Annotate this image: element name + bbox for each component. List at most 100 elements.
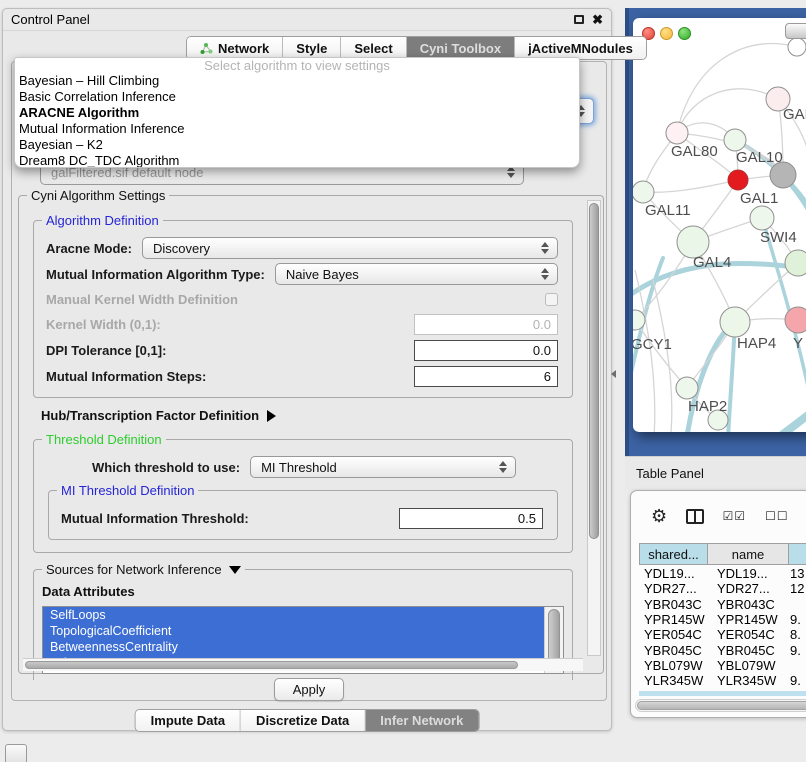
columns-icon[interactable] [686,509,703,524]
screen: Control Panel ✖ NetworkStyleSelectCyni T… [0,0,806,762]
table-cell[interactable]: YLR345W [707,673,788,688]
network-node-y[interactable] [785,307,806,333]
table-cell[interactable]: 9. [788,643,806,658]
uncheck-pair-icon[interactable] [765,509,789,523]
dropdown-item-bayesian-k2[interactable]: Bayesian – K2 [15,137,579,153]
hub-definition-toggle[interactable]: Hub/Transcription Factor Definition [41,408,573,423]
dropdown-item-mutual-information-inference[interactable]: Mutual Information Inference [15,121,579,137]
table-cell[interactable]: YLR345W [639,673,707,688]
dropdown-item-dream8-dc-tdc-algorithm[interactable]: Dream8 DC_TDC Algorithm [15,153,579,168]
table-cell[interactable]: YDR27... [707,581,788,596]
bottom-tab-discretize-data[interactable]: Discretize Data [241,710,365,731]
table-cell[interactable]: 13 [788,566,806,581]
network-edge[interactable] [728,322,735,432]
network-node-gal80[interactable] [666,122,688,144]
attribute-item-topologicalcoefficient[interactable]: TopologicalCoefficient [43,623,544,639]
aracne-mode-select[interactable]: Discovery [142,237,558,259]
table-row[interactable]: YBL079WYBL079W [639,658,806,673]
close-panel-icon[interactable]: ✖ [592,13,603,26]
network-node[interactable] [785,250,806,276]
attribute-item-selfloops[interactable]: SelfLoops [43,607,544,623]
table-row[interactable]: YBR043CYBR043C [639,597,806,612]
mi-type-row: Mutual Information Algorithm Type: Naive… [40,261,566,287]
table-row[interactable]: YBR045CYBR045C9. [639,642,806,657]
table-horizontal-scrollbar[interactable] [635,699,806,712]
dropdown-item-basic-correlation-inference[interactable]: Basic Correlation Inference [15,89,579,105]
network-view-window[interactable]: GALGAL80GAL10GAL1GAL11SWI4GAL4GCY1HAP4YH… [633,18,806,432]
table-cell[interactable]: YBL079W [707,658,788,673]
network-node-gal11[interactable] [633,181,654,203]
column-header-name[interactable]: name [708,544,789,564]
table-cell[interactable]: YPR145W [639,612,707,627]
table-cell[interactable]: 9. [788,673,806,688]
collapsed-panel-button[interactable] [5,744,27,762]
network-node-gal10[interactable] [724,129,746,151]
table-row[interactable]: YDL19...YDL19...13 [639,566,806,581]
table-cell[interactable]: YBR043C [707,597,788,612]
table-cell[interactable]: YDL19... [707,566,788,581]
node-label-gcy1: GCY1 [633,336,672,353]
mi-type-select[interactable]: Naive Bayes [275,263,558,285]
splitter-collapse-handle[interactable] [611,370,616,378]
bottom-tab-infer-network[interactable]: Infer Network [365,710,478,731]
window-toolbar-strip [785,23,806,39]
table-cell[interactable]: YDR27... [639,581,707,596]
table-row[interactable]: YDR27...YDR27...12 [639,581,806,596]
table-cell[interactable]: YPR145W [707,612,788,627]
network-node-hap2[interactable] [676,377,698,399]
sources-group-title-row[interactable]: Sources for Network Inference [42,562,245,577]
network-node-swi4[interactable] [750,206,774,230]
settings-horizontal-scrollbar[interactable] [23,658,583,671]
column-header-2[interactable] [789,544,806,564]
table-row[interactable]: YPR145WYPR145W9. [639,612,806,627]
network-edge[interactable] [643,180,738,192]
table-cell[interactable]: 9. [788,612,806,627]
table-cell[interactable]: YDL19... [639,566,707,581]
mi-steps-field[interactable]: 6 [414,366,558,387]
dropdown-item-aracne-algorithm[interactable]: ARACNE Algorithm [15,105,579,121]
table-cell[interactable]: YER054C [707,627,788,642]
table-cell[interactable]: YBR043C [639,597,707,612]
node-label-gal1: GAL1 [740,190,778,207]
network-node-hap4[interactable] [720,307,750,337]
tab-jactivemnodules[interactable]: jActiveMNodules [515,37,646,59]
dpi-tolerance-field[interactable]: 0.0 [414,340,558,361]
network-edge[interactable] [677,89,778,133]
cyni-algorithm-settings-group: Cyni Algorithm Settings Algorithm Defini… [18,195,604,674]
stepper-arrows-icon [538,268,552,280]
tab-style[interactable]: Style [283,37,341,59]
tab-network[interactable]: Network [187,37,283,59]
table-cell[interactable]: YBL079W [639,658,707,673]
dropdown-item-bayesian-hill-climbing[interactable]: Bayesian – Hill Climbing [15,73,579,89]
table-cell[interactable]: 8. [788,627,806,642]
bottom-tab-impute-data[interactable]: Impute Data [136,710,241,731]
table-row[interactable]: YER054CYER054C8. [639,627,806,642]
which-threshold-select[interactable]: MI Threshold [250,456,516,478]
minimize-window-button[interactable] [660,27,673,40]
mi-threshold-field[interactable]: 0.5 [399,508,543,529]
table-row[interactable]: YLR345WYLR345W9. [639,673,806,688]
table-cell[interactable]: YER054C [639,627,707,642]
network-edge[interactable] [653,280,672,432]
manual-kernel-checkbox[interactable] [545,293,558,306]
gear-icon[interactable] [651,506,667,527]
check-pair-icon[interactable] [723,509,747,523]
control-panel-titlebar: Control Panel ✖ [3,9,611,31]
mi-steps-label: Mutual Information Steps: [46,369,206,384]
tab-cyni-toolbox[interactable]: Cyni Toolbox [407,37,515,59]
network-node-gal1[interactable] [728,170,748,190]
table-cell[interactable]: YBR045C [707,643,788,658]
table-cell[interactable]: YBR045C [639,643,707,658]
table-cell[interactable]: 12 [788,581,806,596]
tab-select[interactable]: Select [341,37,406,59]
apply-button[interactable]: Apply [274,678,344,701]
zoom-window-button[interactable] [678,27,691,40]
kernel-width-field[interactable]: 0.0 [414,314,558,335]
network-node[interactable] [788,38,806,56]
column-header-shared-[interactable]: shared... [640,544,708,564]
float-panel-icon[interactable] [574,15,584,24]
network-edge[interactable] [759,390,806,432]
settings-vertical-scrollbar[interactable] [587,200,601,656]
bottom-tabstrip: Impute DataDiscretize DataInfer Network [135,709,480,732]
attribute-item-betweennesscentrality[interactable]: BetweennessCentrality [43,639,544,655]
